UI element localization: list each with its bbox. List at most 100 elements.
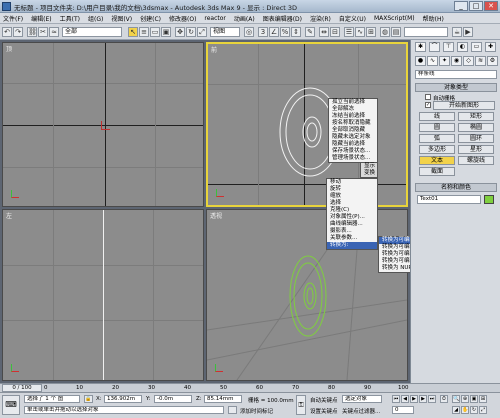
quick-render-icon[interactable]: ☕: [452, 27, 462, 37]
schematic-view-icon[interactable]: ⊞: [366, 27, 376, 37]
selected-objects-dropdown[interactable]: 选定对象: [342, 395, 382, 403]
arc-rotate-icon[interactable]: ↻: [470, 406, 478, 414]
viewport-label-left[interactable]: 左: [6, 211, 12, 220]
menu-item-clone[interactable]: 克隆(C): [327, 207, 377, 214]
spinner-snap-icon[interactable]: ⇕: [291, 27, 301, 37]
goto-start-icon[interactable]: ⏮: [392, 395, 400, 403]
motion-tab-icon[interactable]: ◐: [457, 42, 468, 52]
zoom-all-icon[interactable]: ⊕: [461, 395, 469, 403]
render-setup-icon[interactable]: ▤: [391, 27, 401, 37]
modify-tab-icon[interactable]: ⌒: [429, 42, 440, 52]
systems-icon[interactable]: ⚙: [487, 56, 498, 66]
x-coord-field[interactable]: 136.902m: [104, 395, 142, 403]
material-editor-icon[interactable]: ◍: [380, 27, 390, 37]
zoom-extents-icon[interactable]: ▣: [470, 395, 478, 403]
menu-customize[interactable]: 自定义(U): [339, 14, 366, 23]
redo-icon[interactable]: ↷: [13, 27, 23, 37]
menu-modifiers[interactable]: 修改器(O): [169, 14, 196, 23]
unlink-icon[interactable]: ✂: [38, 27, 48, 37]
align-icon[interactable]: ⊟: [330, 27, 340, 37]
circle-button[interactable]: 圆: [419, 123, 455, 132]
star-button[interactable]: 星形: [458, 145, 494, 154]
menu-item-select[interactable]: 选择: [327, 200, 377, 207]
menu-animation[interactable]: 动画(A): [234, 14, 255, 23]
viewport-left[interactable]: 左: [2, 209, 204, 381]
geometry-icon[interactable]: ●: [415, 56, 426, 66]
key-mode-icon[interactable]: ⚿: [296, 395, 306, 415]
text-button[interactable]: 文本: [419, 156, 455, 165]
current-frame-field[interactable]: 0: [392, 406, 414, 414]
timeline[interactable]: 0 / 100 0 10 20 30 40 50 60 70 80 90 100: [0, 383, 500, 392]
pan-icon[interactable]: ✋: [461, 406, 469, 414]
goto-end-icon[interactable]: ⏭: [428, 395, 436, 403]
selection-filter-dropdown[interactable]: 全部: [62, 27, 122, 37]
utilities-tab-icon[interactable]: ✚: [485, 42, 496, 52]
menu-group[interactable]: 组(G): [88, 14, 103, 23]
ellipse-button[interactable]: 椭圆: [458, 123, 494, 132]
y-coord-field[interactable]: -0.0m: [154, 395, 192, 403]
helix-button[interactable]: 螺旋线: [458, 156, 494, 165]
category-dropdown[interactable]: 样条线: [415, 70, 497, 79]
snap-toggle-icon[interactable]: 3: [258, 27, 268, 37]
reference-coordinate-dropdown[interactable]: 视图: [210, 27, 240, 37]
menu-item-unhide-all[interactable]: 全部取消隐藏: [329, 127, 377, 134]
object-name-input[interactable]: Text01: [417, 195, 481, 204]
menu-item-unhide-by-name[interactable]: 按名称取消隐藏: [329, 120, 377, 127]
time-config-icon[interactable]: ⏱: [440, 395, 448, 403]
menu-help[interactable]: 帮助(H): [423, 14, 444, 23]
select-link-icon[interactable]: ⛓: [27, 27, 37, 37]
select-rotate-icon[interactable]: ↻: [186, 27, 196, 37]
mirror-icon[interactable]: ⇹: [319, 27, 329, 37]
angle-snap-icon[interactable]: ∠: [269, 27, 279, 37]
menu-item-dope-sheet[interactable]: 摄影表...: [327, 228, 377, 235]
quad-label-transform[interactable]: 变换: [361, 170, 377, 177]
menu-create[interactable]: 创建(C): [140, 14, 161, 23]
shapes-icon[interactable]: ∿: [427, 56, 438, 66]
viewport-label-front[interactable]: 前: [211, 45, 217, 54]
start-new-shape-button[interactable]: 开始新图形: [433, 101, 495, 110]
zoom-icon[interactable]: 🔍: [452, 395, 460, 403]
object-color-swatch[interactable]: [484, 195, 494, 204]
minimize-button[interactable]: _: [454, 1, 468, 11]
cameras-icon[interactable]: ◉: [451, 56, 462, 66]
field-of-view-icon[interactable]: ◢: [452, 406, 460, 414]
line-button[interactable]: 线: [419, 112, 455, 121]
menu-item-wire-parameters[interactable]: 关联参数...: [327, 235, 377, 242]
rectangular-selection-icon[interactable]: ▭: [150, 27, 160, 37]
app-icon[interactable]: [2, 2, 11, 11]
rectangle-button[interactable]: 矩形: [458, 112, 494, 121]
create-tab-icon[interactable]: ✱: [415, 42, 426, 52]
select-by-name-icon[interactable]: ≡: [139, 27, 149, 37]
menu-item-object-properties[interactable]: 对象属性(P)...: [327, 214, 377, 221]
menu-item-rotate[interactable]: 旋转: [327, 186, 377, 193]
lights-icon[interactable]: ✦: [439, 56, 450, 66]
menu-views[interactable]: 视图(V): [111, 14, 132, 23]
menu-item-curve-editor[interactable]: 曲线编辑器...: [327, 221, 377, 228]
play-icon[interactable]: ▶: [410, 395, 418, 403]
menu-item-scale[interactable]: 缩放: [327, 193, 377, 200]
menu-file[interactable]: 文件(F): [3, 14, 23, 23]
percent-snap-icon[interactable]: %: [280, 27, 290, 37]
time-tag-icon[interactable]: [228, 406, 237, 414]
menu-rendering[interactable]: 渲染(R): [310, 14, 331, 23]
rollout-object-type[interactable]: 对象类型: [415, 83, 497, 92]
auto-grid-checkbox[interactable]: [425, 94, 431, 100]
render-type-dropdown[interactable]: [404, 27, 448, 37]
menu-item-unfreeze-all[interactable]: 全部解冻: [329, 106, 377, 113]
bind-space-warp-icon[interactable]: ≈: [49, 27, 59, 37]
maximize-viewport-icon[interactable]: ⤢: [479, 406, 487, 414]
select-move-icon[interactable]: ✥: [175, 27, 185, 37]
helpers-icon[interactable]: ◇: [463, 56, 474, 66]
space-warps-icon[interactable]: ≋: [475, 56, 486, 66]
layer-manager-icon[interactable]: ☰: [344, 27, 354, 37]
menu-item-hide-selection[interactable]: 隐藏当前选择: [329, 141, 377, 148]
time-slider[interactable]: 0 / 100: [2, 384, 42, 392]
viewport-top[interactable]: 顶: [2, 42, 204, 207]
curve-editor-icon[interactable]: ∿: [355, 27, 365, 37]
lock-selection-icon[interactable]: 🔒: [84, 395, 93, 403]
menu-maxscript[interactable]: MAXScript(M): [374, 15, 415, 22]
rollout-name-and-color[interactable]: 名称和颜色: [415, 183, 497, 192]
viewport-label-top[interactable]: 顶: [6, 44, 12, 53]
menu-item-hide-unselected[interactable]: 隐藏未选定对象: [329, 134, 377, 141]
display-tab-icon[interactable]: ▭: [471, 42, 482, 52]
